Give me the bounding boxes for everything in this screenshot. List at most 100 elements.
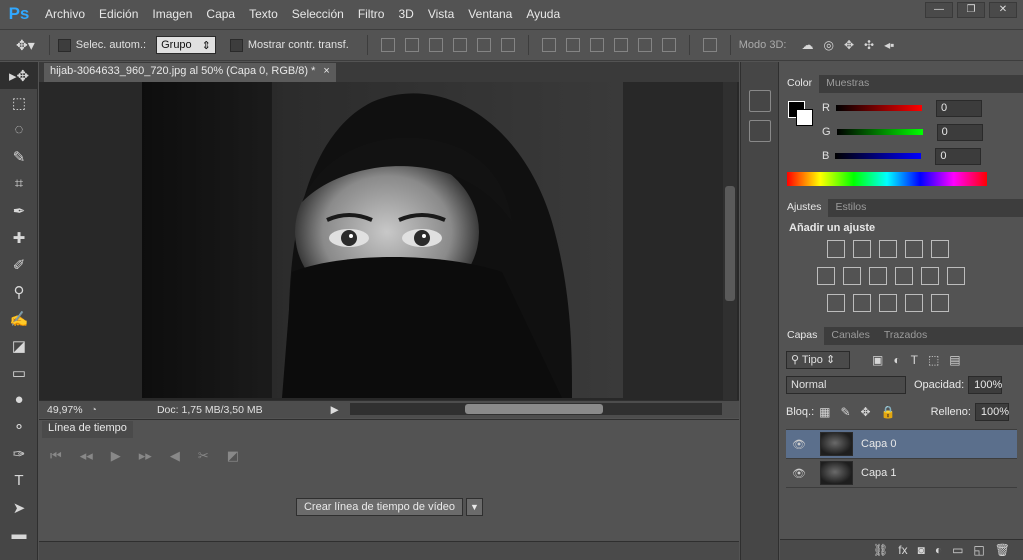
photo-filter-icon[interactable] bbox=[895, 267, 913, 285]
marquee-tool-icon[interactable]: ⬚ bbox=[0, 89, 38, 116]
crop-tool-icon[interactable]: ⌗ bbox=[0, 170, 38, 197]
link-layers-icon[interactable]: ⛓ bbox=[873, 543, 888, 557]
play-icon[interactable]: ▶ bbox=[111, 448, 121, 464]
menu-ayuda[interactable]: Ayuda bbox=[519, 7, 567, 21]
lock-image-icon[interactable]: ✎ bbox=[840, 405, 850, 419]
distribute-top-icon[interactable] bbox=[541, 38, 556, 52]
auto-select-checkbox[interactable] bbox=[57, 38, 71, 52]
fx-icon[interactable]: fx bbox=[898, 543, 907, 557]
prev-frame-icon[interactable]: ◂◂ bbox=[80, 448, 93, 464]
background-swatch[interactable] bbox=[796, 109, 813, 126]
audio-icon[interactable]: ◀ bbox=[170, 448, 180, 464]
eyedropper-tool-icon[interactable]: ✒ bbox=[0, 197, 38, 224]
layer-filter-dropdown[interactable]: ⚲ Tipo ⇕ bbox=[786, 351, 850, 369]
visibility-eye-icon[interactable]: 👁 bbox=[786, 438, 812, 451]
threshold-icon[interactable] bbox=[879, 294, 897, 312]
shape-tool-icon[interactable]: ▬ bbox=[0, 521, 38, 548]
clone-stamp-tool-icon[interactable]: ⚲ bbox=[0, 278, 38, 305]
slide-3d-icon[interactable]: ✣ bbox=[864, 38, 874, 52]
slider-r-track[interactable] bbox=[835, 105, 922, 111]
history-brush-tool-icon[interactable]: ✍ bbox=[0, 305, 38, 332]
add-mask-icon[interactable]: ◙ bbox=[918, 543, 925, 557]
scale-3d-icon[interactable]: ◂▪ bbox=[884, 38, 894, 52]
color-spectrum[interactable] bbox=[787, 172, 987, 186]
exposure-icon[interactable] bbox=[905, 240, 923, 258]
lasso-tool-icon[interactable]: ◌ bbox=[0, 116, 38, 143]
menu-3d[interactable]: 3D bbox=[391, 7, 420, 21]
align-left-icon[interactable] bbox=[452, 38, 467, 52]
gradient-map-icon[interactable] bbox=[931, 294, 949, 312]
color-balance-icon[interactable] bbox=[843, 267, 861, 285]
fill-field[interactable]: 100% bbox=[974, 402, 1009, 421]
blur-tool-icon[interactable]: ● bbox=[0, 386, 38, 413]
invert-icon[interactable] bbox=[827, 294, 845, 312]
filter-shape-icon[interactable]: ⬚ bbox=[928, 353, 939, 367]
show-transform-checkbox[interactable] bbox=[229, 38, 243, 52]
drag-3d-icon[interactable]: ✥ bbox=[844, 38, 854, 52]
layer-row[interactable]: 👁 Capa 1 bbox=[786, 459, 1017, 488]
roll-3d-icon[interactable]: ◎ bbox=[823, 38, 833, 52]
pen-tool-icon[interactable]: ✑ bbox=[0, 440, 38, 467]
dodge-tool-icon[interactable]: ⚬ bbox=[0, 413, 38, 440]
transition-icon[interactable]: ◩ bbox=[227, 448, 239, 464]
distribute-bottom-icon[interactable] bbox=[589, 38, 604, 52]
minimize-icon[interactable]: — bbox=[925, 2, 953, 18]
path-selection-tool-icon[interactable]: ➤ bbox=[0, 494, 38, 521]
hue-saturation-icon[interactable] bbox=[817, 267, 835, 285]
selective-color-icon[interactable] bbox=[905, 294, 923, 312]
align-hcenter-icon[interactable] bbox=[476, 38, 491, 52]
delete-layer-icon[interactable]: 🗑 bbox=[995, 543, 1010, 557]
move-tool-icon[interactable]: ▸✥ bbox=[0, 62, 38, 89]
status-menu-icon[interactable]: ▶ bbox=[331, 404, 339, 416]
close-tab-icon[interactable]: × bbox=[323, 65, 329, 80]
menu-vista[interactable]: Vista bbox=[421, 7, 461, 21]
horizontal-scroll-thumb[interactable] bbox=[465, 404, 603, 414]
menu-seleccion[interactable]: Selección bbox=[285, 7, 351, 21]
tab-styles[interactable]: Estilos bbox=[828, 199, 873, 217]
channel-b-value[interactable]: 0 bbox=[935, 147, 982, 165]
distribute-vcenter-icon[interactable] bbox=[565, 38, 580, 52]
tab-channels[interactable]: Canales bbox=[824, 327, 877, 345]
curves-icon[interactable] bbox=[879, 240, 897, 258]
distribute-right-icon[interactable] bbox=[661, 38, 676, 52]
menu-imagen[interactable]: Imagen bbox=[145, 7, 199, 21]
move-tool-preset-icon[interactable]: ✥▾ bbox=[16, 37, 35, 54]
close-icon[interactable]: ✕ bbox=[989, 2, 1017, 18]
tab-color[interactable]: Color bbox=[780, 75, 820, 93]
next-frame-icon[interactable]: ▸▸ bbox=[139, 448, 152, 464]
visibility-eye-icon[interactable]: 👁 bbox=[786, 467, 812, 480]
opacity-field[interactable]: 100% bbox=[968, 375, 1002, 394]
filter-type-icon[interactable]: T bbox=[911, 353, 918, 367]
lock-all-icon[interactable]: 🔒 bbox=[881, 405, 896, 419]
filter-adjustment-icon[interactable]: ◐ bbox=[893, 353, 900, 367]
history-icon[interactable] bbox=[748, 90, 771, 112]
menu-ventana[interactable]: Ventana bbox=[461, 7, 519, 21]
blend-mode-dropdown[interactable]: Normal bbox=[786, 375, 906, 394]
menu-texto[interactable]: Texto bbox=[242, 7, 285, 21]
timeline-tab[interactable]: Línea de tiempo bbox=[42, 421, 133, 438]
channel-g-value[interactable]: 0 bbox=[936, 123, 983, 141]
filter-smart-object-icon[interactable]: ▤ bbox=[949, 353, 960, 367]
menu-archivo[interactable]: Archivo bbox=[38, 7, 92, 21]
lock-transparent-icon[interactable]: ▦ bbox=[819, 405, 830, 419]
channel-mixer-icon[interactable] bbox=[921, 267, 939, 285]
vibrance-icon[interactable] bbox=[931, 240, 949, 258]
tab-paths[interactable]: Trazados bbox=[877, 327, 934, 345]
tab-swatches[interactable]: Muestras bbox=[819, 75, 876, 93]
distribute-left-icon[interactable] bbox=[613, 38, 628, 52]
create-video-timeline-button[interactable]: Crear línea de tiempo de vídeo bbox=[296, 498, 463, 516]
zoom-level[interactable]: 49,97% bbox=[39, 404, 91, 416]
brightness-icon[interactable] bbox=[827, 240, 845, 258]
vertical-scroll-thumb[interactable] bbox=[725, 186, 735, 301]
align-right-icon[interactable] bbox=[500, 38, 515, 52]
menu-edicion[interactable]: Edición bbox=[92, 7, 145, 21]
new-layer-icon[interactable]: ◱ bbox=[973, 543, 984, 557]
first-frame-icon[interactable]: ⏮ bbox=[50, 448, 62, 464]
doc-info-icon[interactable]: ◔ bbox=[91, 404, 97, 416]
properties-icon[interactable] bbox=[748, 120, 771, 142]
tab-layers[interactable]: Capas bbox=[780, 327, 825, 345]
eraser-tool-icon[interactable]: ◪ bbox=[0, 332, 38, 359]
posterize-icon[interactable] bbox=[853, 294, 871, 312]
tab-adjustments[interactable]: Ajustes bbox=[780, 199, 829, 217]
black-white-icon[interactable] bbox=[869, 267, 887, 285]
